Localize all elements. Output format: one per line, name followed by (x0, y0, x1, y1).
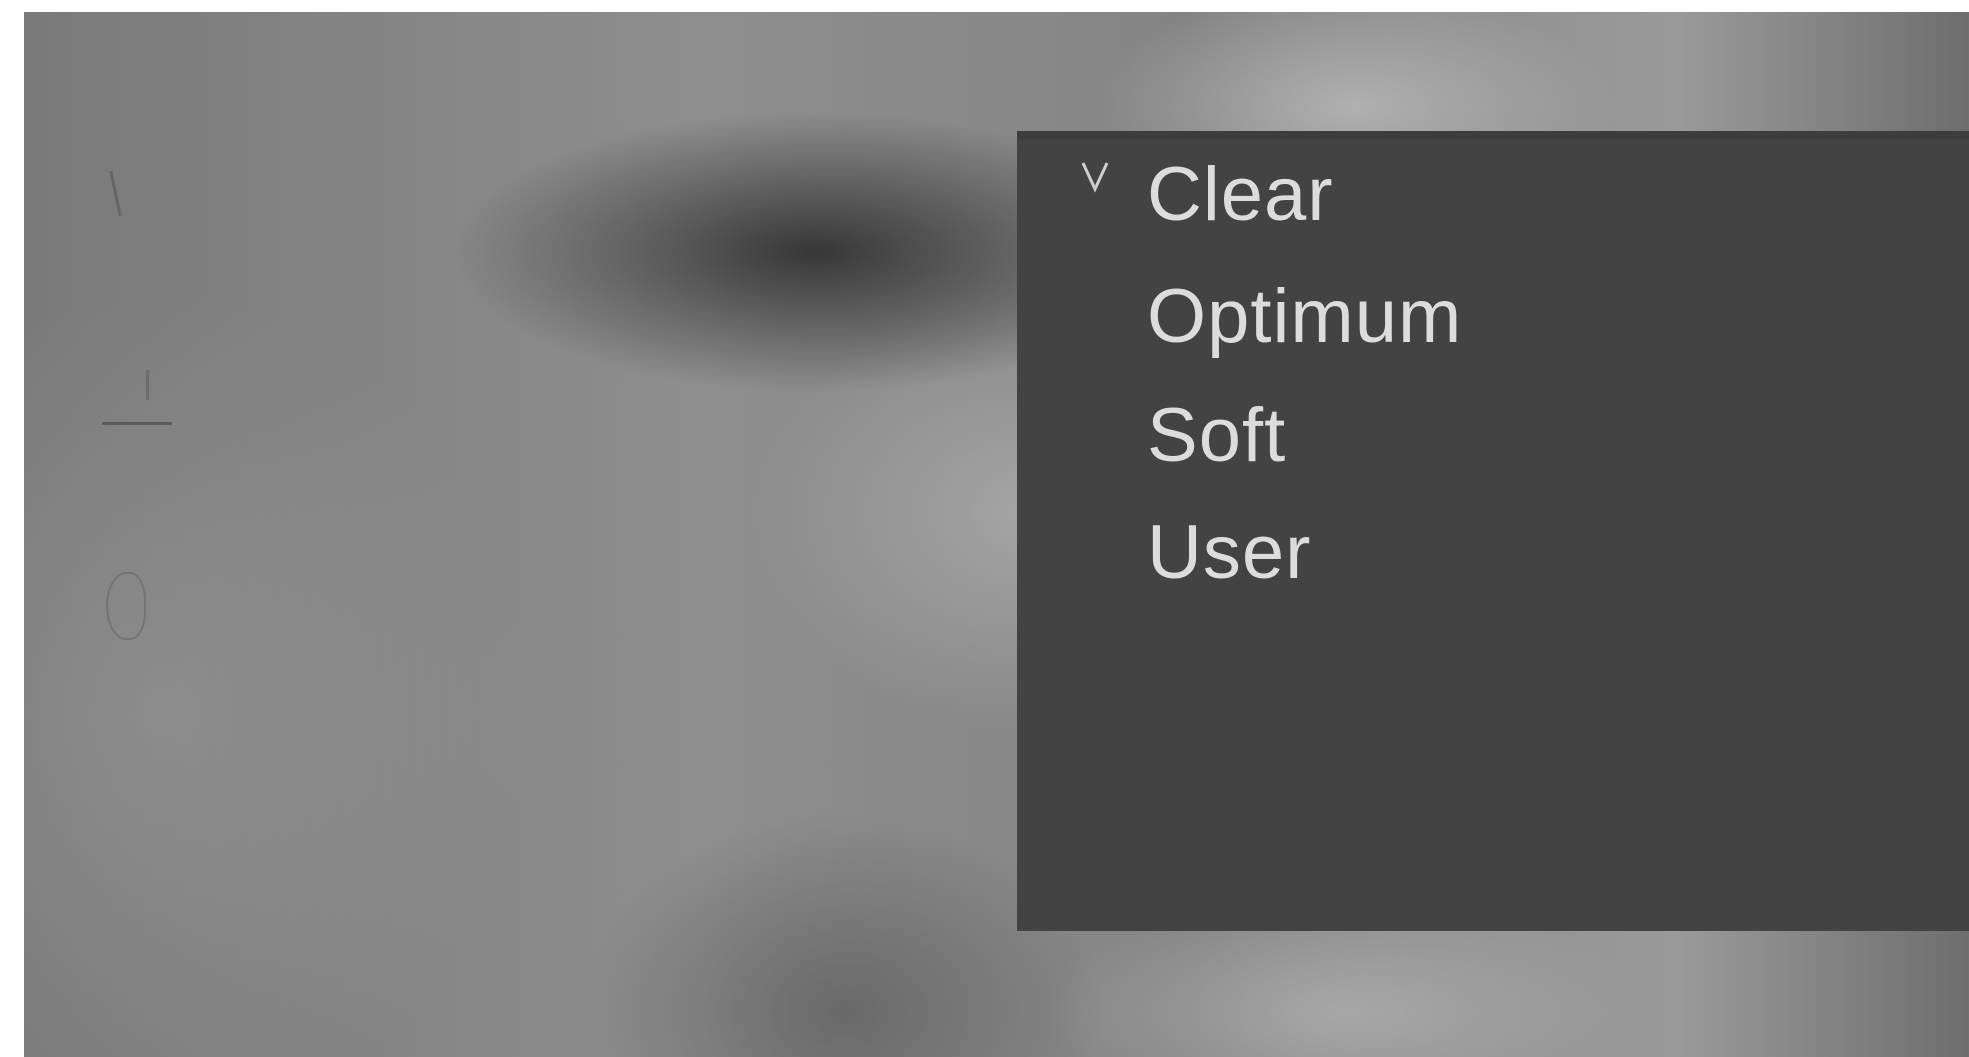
menu-item-user[interactable]: User (1017, 497, 1969, 607)
faint-icon (106, 572, 146, 640)
menu-item-clear[interactable]: Clear (1017, 139, 1969, 249)
menu-item-label: User (1147, 509, 1312, 595)
faint-mark (109, 169, 128, 217)
side-menu-remnant (74, 152, 184, 672)
check-v-icon (1077, 157, 1113, 193)
picture-mode-menu: Clear Optimum Soft User (1017, 131, 1969, 931)
faint-mark (146, 370, 149, 400)
tv-screen: Clear Optimum Soft User (24, 12, 1969, 1057)
menu-item-optimum[interactable]: Optimum (1017, 261, 1969, 371)
menu-item-label: Soft (1147, 392, 1287, 478)
menu-item-soft[interactable]: Soft (1017, 380, 1969, 490)
menu-item-label: Optimum (1147, 273, 1463, 359)
menu-item-label: Clear (1147, 151, 1334, 237)
faint-divider (102, 422, 172, 425)
